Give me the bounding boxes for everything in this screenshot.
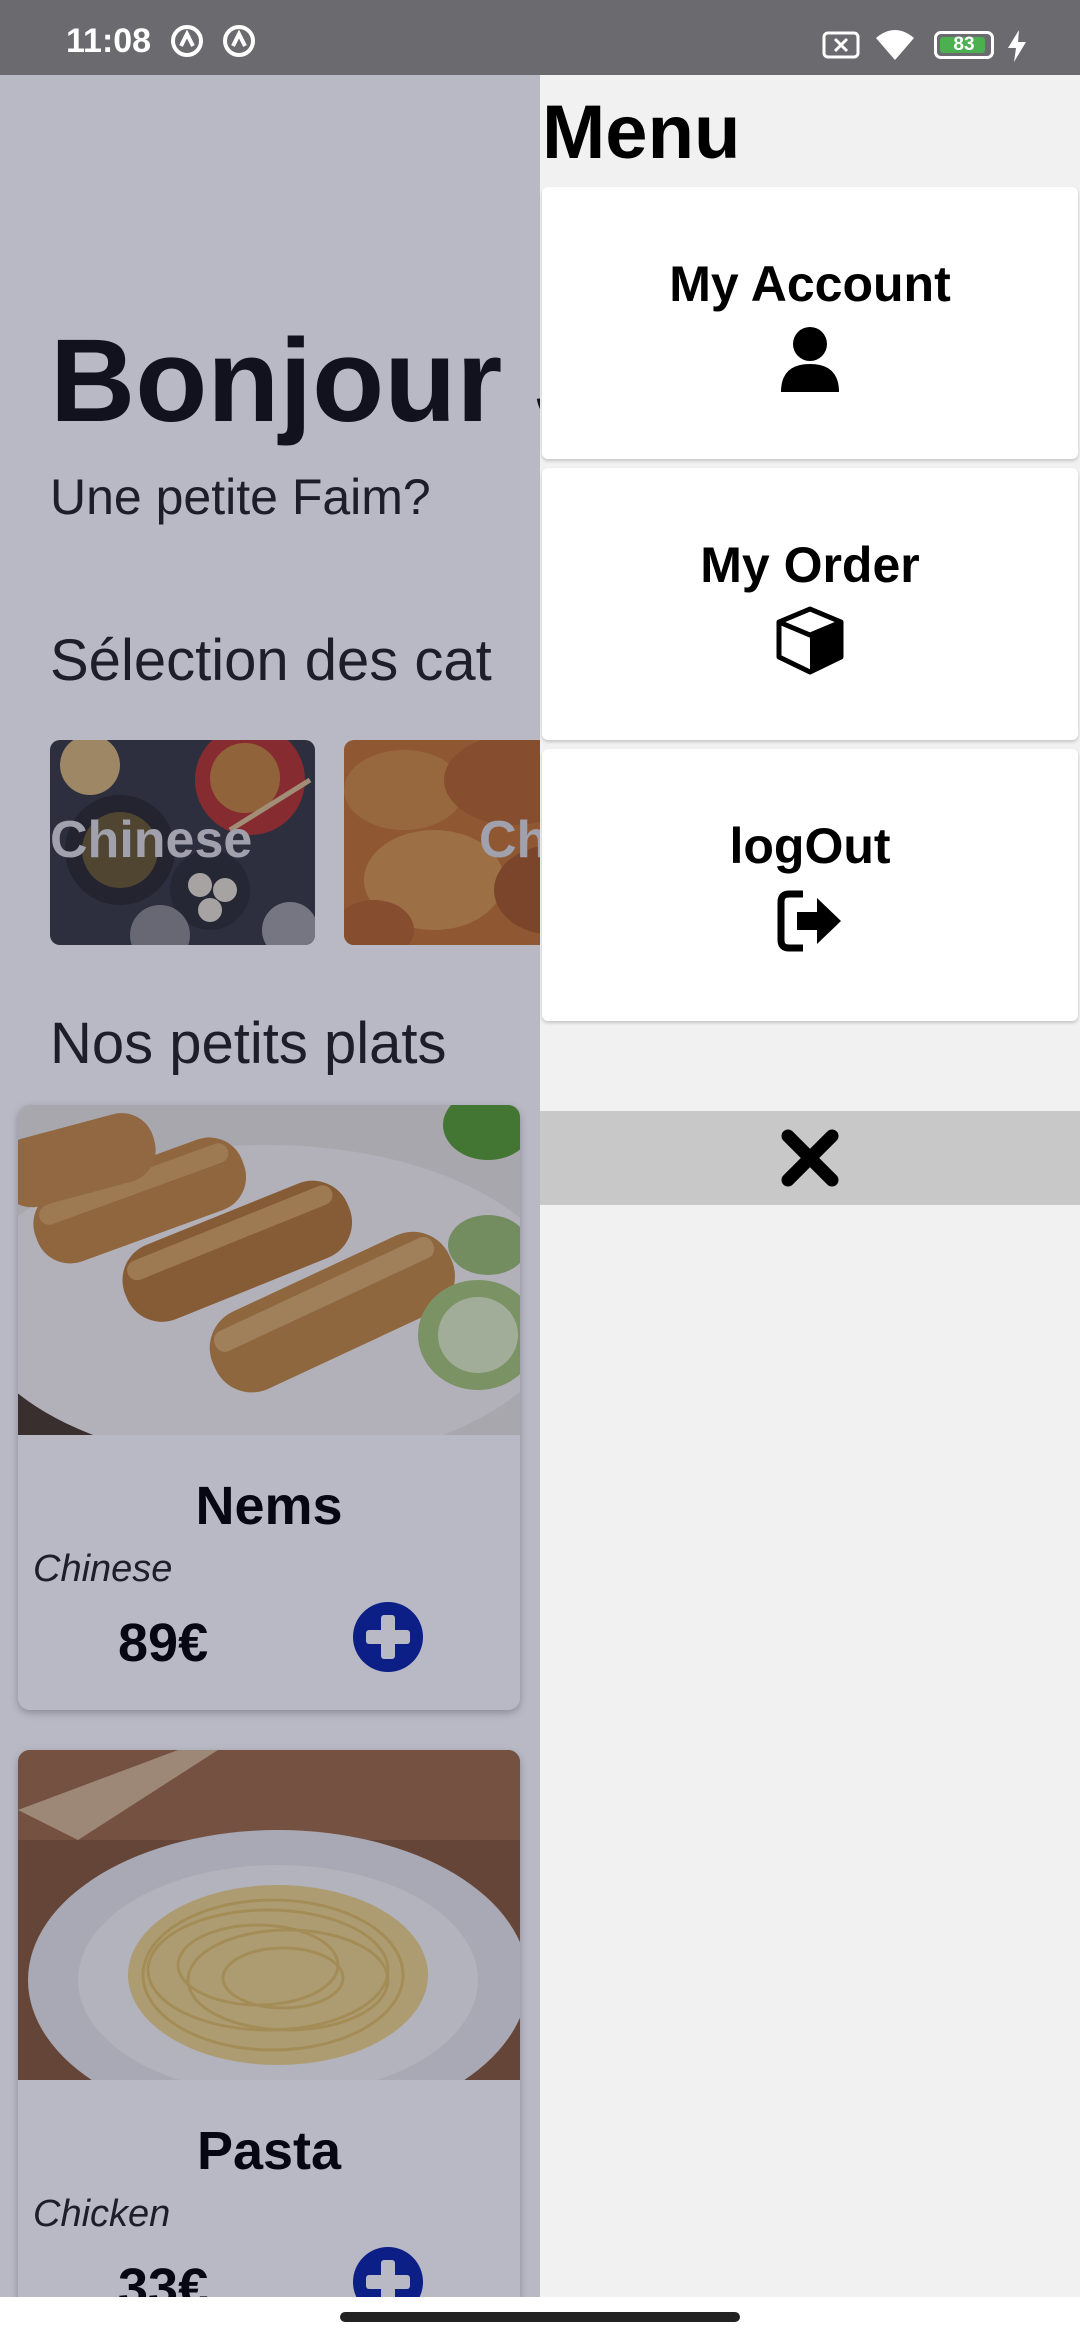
menu-item-my-order[interactable]: My Order [542,468,1078,740]
navigation-bar [0,2297,1080,2340]
home-gesture-handle[interactable] [340,2312,740,2322]
menu-item-my-account[interactable]: My Account [542,187,1078,459]
box-icon [776,606,844,675]
menu-item-logout[interactable]: logOut [542,749,1078,1021]
side-drawer: Menu My Account My Order logOut [540,75,1080,2297]
menu-item-label: logOut [729,818,891,874]
close-icon [781,1129,839,1187]
drawer-title: Menu [542,90,741,175]
wifi-icon [876,30,914,60]
sim-off-icon [822,31,860,59]
notification-icon [171,25,203,57]
notification-icon [223,25,255,57]
status-time: 11:08 [66,22,152,60]
user-icon [781,327,839,392]
status-bar: 11:08 83 [0,0,1080,75]
battery-level: 83 [953,34,975,55]
close-drawer-button[interactable] [540,1111,1080,1205]
charging-icon [1008,30,1026,62]
logout-icon [777,890,841,952]
battery-icon: 83 [934,31,994,59]
menu-item-label: My Account [669,256,951,312]
menu-item-label: My Order [700,537,920,593]
